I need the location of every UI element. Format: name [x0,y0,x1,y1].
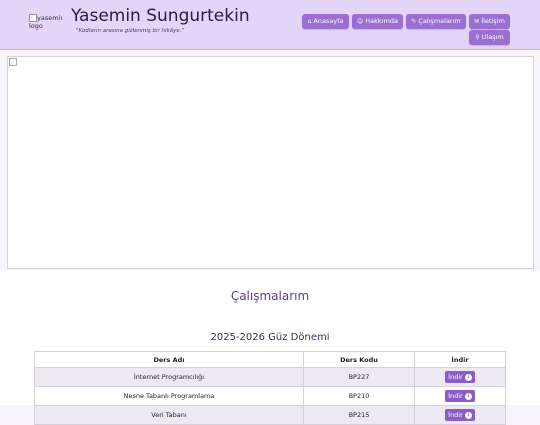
course-name-cell: İnternet Programcılığı [34,367,304,387]
site-title: Yasemin Sungurtekin [71,6,250,26]
nav-label: Anasayfa [313,17,344,25]
download-icon: ↓ [464,411,472,419]
nav-anasayfa-button[interactable]: ⌂ Anasayfa [302,14,349,29]
column-header-download: İndir [414,351,506,368]
course-code-cell: BP210 [303,386,415,406]
user-circle-icon: ☺ [357,18,364,25]
hero-image [7,56,534,269]
site-header: yasemin logo Yasemin Sungurtekin "Kodlar… [0,0,540,50]
course-name-cell: Nesne Tabanlı Programlama [34,386,304,406]
home-icon: ⌂ [307,18,312,25]
pencil-icon: ✎ [411,18,417,25]
nav-label: Çalışmalarım [418,17,461,25]
download-label: İndir [448,411,463,419]
nav-label: Ulaşım [481,33,504,41]
table-row: İnternet Programcılığı BP227 İndir ↓ [34,367,506,387]
nav-iletisim-button[interactable]: ✉ İletişim [469,14,510,29]
nav-label: Hakkımda [365,17,398,25]
nav-calismalarim-button[interactable]: ✎ Çalışmalarım [406,14,466,29]
download-icon: ↓ [464,373,472,381]
map-pin-icon: ⚲ [475,34,480,41]
main-nav: ⌂ Anasayfa ☺ Hakkımda ✎ Çalışmalarım ✉ İleti… [301,14,521,48]
course-name-cell: Veri Tabanı [34,405,304,425]
nav-hakkimda-button[interactable]: ☺ Hakkımda [352,14,403,29]
download-label: İndir [448,373,463,381]
courses-table: Ders Adı Ders Kodu İndir İnternet Progra… [34,351,506,425]
download-cell: İndir ↓ [414,386,506,406]
course-code-cell: BP215 [303,405,415,425]
site-tagline: "Kodların arasına gizlenmiş bir hikâye." [76,28,185,34]
course-code-cell: BP227 [303,367,415,387]
logo-image[interactable]: yasemin logo [29,14,62,36]
broken-image-icon [9,58,17,66]
logo-alt-text: yasemin logo [29,14,62,30]
download-button[interactable]: İndir ↓ [445,371,475,383]
column-header-course-name: Ders Adı [34,351,304,368]
download-cell: İndir ↓ [414,367,506,387]
nav-ulasim-button[interactable]: ⚲ Ulaşım [469,30,510,45]
download-cell: İndir ↓ [414,405,506,425]
download-button[interactable]: İndir ↓ [445,390,475,402]
table-header-row: Ders Adı Ders Kodu İndir [34,351,506,368]
term-heading: 2025-2026 Güz Dönemi [210,332,330,343]
download-label: İndir [448,392,463,400]
section-title: Çalışmalarım [230,289,310,303]
table-row: Veri Tabanı BP215 İndir ↓ [34,405,506,425]
table-row: Nesne Tabanlı Programlama BP210 İndir ↓ [34,386,506,406]
nav-label: İletişim [481,17,505,25]
envelope-icon: ✉ [474,18,480,25]
download-icon: ↓ [464,392,472,400]
column-header-course-code: Ders Kodu [303,351,415,368]
download-button[interactable]: İndir ↓ [445,409,475,421]
